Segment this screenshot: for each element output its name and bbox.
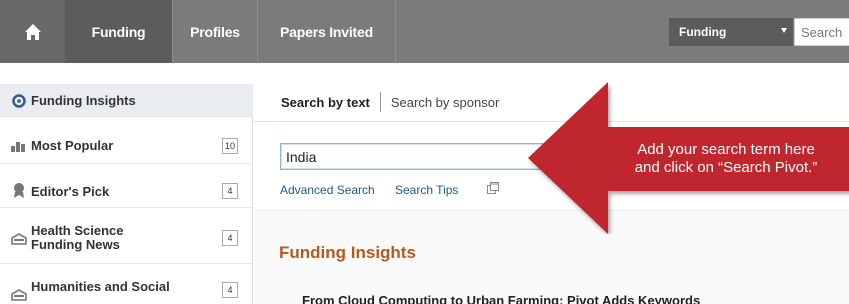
tab-search-by-text[interactable]: Search by text [281, 95, 370, 110]
bar-chart-icon [10, 137, 28, 155]
section-title: Funding Insights [279, 243, 416, 262]
callout-text: Add your search term here and click on “… [596, 141, 849, 177]
tab-profiles[interactable]: Profiles [173, 0, 257, 63]
search-mode-tabs: Search by text Search by sponsor [281, 92, 499, 112]
callout-line2: and click on “Search Pivot.” [634, 159, 818, 176]
news-icon [10, 286, 28, 304]
tab-divider [379, 92, 381, 112]
count-badge: 4 [222, 282, 238, 298]
top-navigation: Funding Profiles Papers Invited Funding … [0, 0, 849, 63]
sidebar-item-label: Editor's Pick [31, 184, 110, 199]
nav-divider [395, 0, 396, 63]
search-input[interactable]: India [280, 143, 570, 170]
sidebar-item-label: Health Science Funding News [31, 224, 124, 252]
sidebar-item-label: Funding Insights [31, 93, 136, 108]
search-input-value: India [286, 148, 317, 165]
count-badge: 10 [222, 138, 238, 154]
sidebar-item-most-popular[interactable]: Most Popular 10 [0, 128, 253, 164]
sidebar-item-label: Most Popular [31, 138, 114, 153]
home-icon [24, 23, 41, 40]
count-badge: 4 [222, 230, 238, 246]
search-tips-link[interactable]: Search Tips [395, 183, 458, 197]
home-button[interactable] [0, 0, 65, 63]
article-title-link[interactable]: From Cloud Computing to Urban Farming: P… [302, 293, 700, 304]
top-search-input[interactable]: Search [794, 18, 849, 46]
tab-search-by-sponsor[interactable]: Search by sponsor [391, 95, 499, 110]
external-window-icon [487, 182, 499, 194]
advanced-search-link[interactable]: Advanced Search [280, 183, 375, 197]
search-scope-select[interactable]: Funding [669, 18, 793, 46]
tab-papers-invited[interactable]: Papers Invited [258, 0, 395, 63]
award-icon [10, 181, 28, 199]
insight-icon [10, 92, 28, 110]
sidebar-item-editors-pick[interactable]: Editor's Pick 4 [0, 172, 253, 208]
callout-line1: Add your search term here [637, 141, 815, 158]
tab-funding[interactable]: Funding [65, 0, 172, 63]
sidebar-item-label-line1: Health Science [31, 223, 124, 238]
news-icon [10, 230, 28, 248]
sidebar-item-funding-insights[interactable]: Funding Insights [0, 84, 253, 117]
count-badge: 4 [222, 183, 238, 199]
top-search-placeholder: Search [801, 24, 843, 40]
sidebar-item-health-science-news[interactable]: Health Science Funding News 4 [0, 218, 253, 264]
chevron-down-icon [781, 28, 787, 33]
sidebar-item-humanities-news[interactable]: Humanities and Social 4 [0, 274, 253, 304]
search-scope-value: Funding [679, 25, 727, 39]
sidebar-item-label: Humanities and Social [31, 279, 170, 294]
sidebar-item-label-line2: Funding News [31, 237, 120, 252]
